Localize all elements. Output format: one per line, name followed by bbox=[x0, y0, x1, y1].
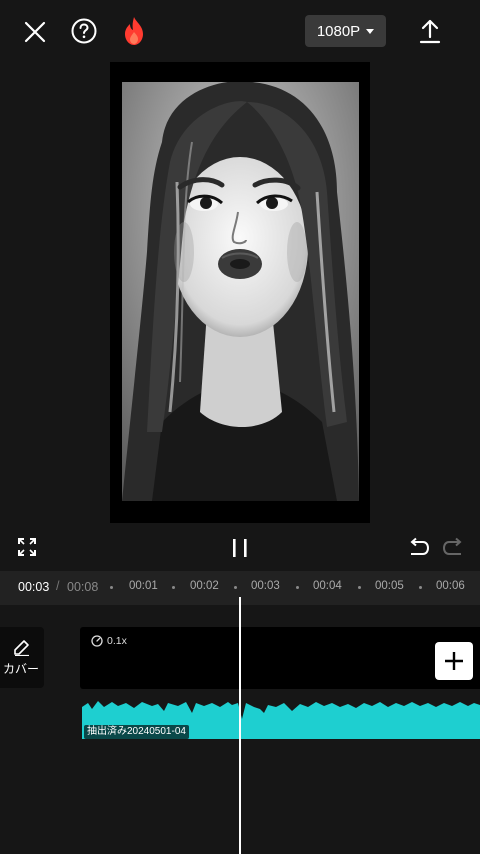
tick-dot bbox=[419, 586, 422, 589]
total-time: 00:08 bbox=[67, 580, 99, 594]
edit-icon bbox=[14, 640, 29, 656]
audio-track-label: 抽出済み20240501-04 bbox=[84, 725, 189, 739]
tick-dot bbox=[110, 586, 113, 589]
time-separator: / bbox=[56, 579, 60, 593]
tick-label: 00:02 bbox=[190, 580, 219, 592]
speed-icon bbox=[91, 635, 103, 647]
playback-controls bbox=[0, 530, 480, 566]
caret-down-icon bbox=[366, 29, 375, 34]
undo-icon[interactable] bbox=[404, 534, 432, 562]
resolution-dropdown[interactable]: 1080P bbox=[305, 15, 386, 47]
current-time: 00:03 bbox=[18, 580, 50, 594]
fullscreen-icon[interactable] bbox=[14, 534, 40, 560]
upload-icon[interactable] bbox=[413, 14, 447, 48]
close-icon[interactable] bbox=[18, 15, 52, 49]
plus-icon bbox=[445, 652, 463, 670]
speed-badge: 0.1x bbox=[91, 635, 127, 647]
tick-label: 00:06 bbox=[436, 580, 465, 592]
cover-button[interactable]: カバー bbox=[0, 627, 44, 688]
help-icon[interactable] bbox=[68, 15, 100, 47]
speed-label: 0.1x bbox=[107, 635, 127, 647]
tick-label: 00:05 bbox=[375, 580, 404, 592]
top-bar: 1080P bbox=[0, 0, 480, 62]
video-clip[interactable]: 0.1x bbox=[80, 627, 480, 689]
tick-label: 00:04 bbox=[313, 580, 342, 592]
video-preview[interactable] bbox=[110, 62, 370, 523]
tick-dot bbox=[234, 586, 237, 589]
resolution-label: 1080P bbox=[316, 22, 361, 40]
tick-dot bbox=[172, 586, 175, 589]
tick-label: 00:03 bbox=[251, 580, 280, 592]
pause-icon[interactable] bbox=[226, 534, 254, 562]
tick-dot bbox=[358, 586, 361, 589]
playhead[interactable] bbox=[239, 597, 241, 854]
fire-icon[interactable] bbox=[118, 13, 150, 49]
cover-label: カバー bbox=[2, 662, 39, 676]
tick-dot bbox=[296, 586, 299, 589]
tick-label: 00:01 bbox=[129, 580, 158, 592]
redo-icon[interactable] bbox=[440, 534, 468, 562]
add-clip-button[interactable] bbox=[435, 642, 473, 680]
preview-photo bbox=[122, 82, 359, 501]
